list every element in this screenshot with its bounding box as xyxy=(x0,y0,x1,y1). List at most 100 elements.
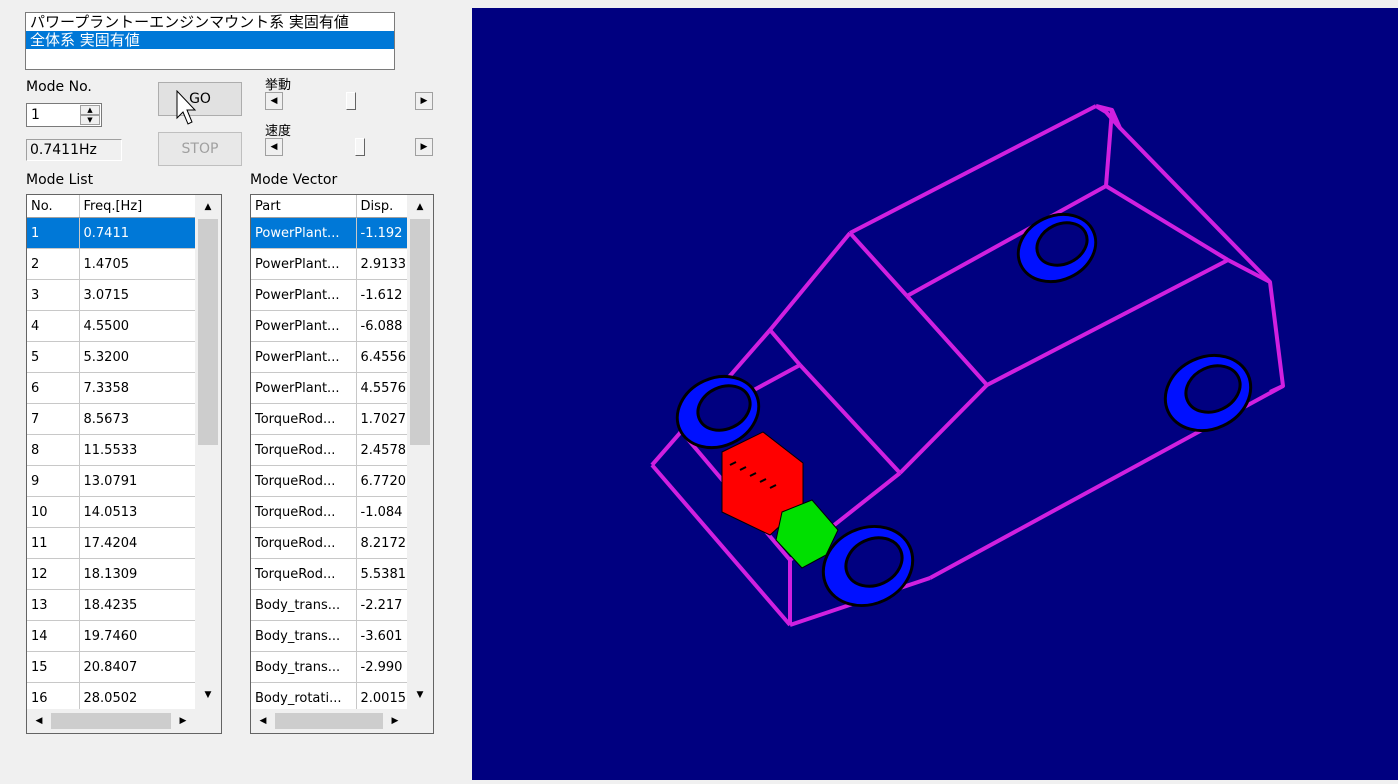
column-header-part[interactable]: Part xyxy=(251,195,357,218)
part-cell[interactable]: PowerPlant... xyxy=(251,310,357,342)
frequency-cell[interactable]: 3.0715 xyxy=(79,279,196,311)
column-header-disp[interactable]: Disp. xyxy=(356,195,408,218)
part-cell[interactable]: Body_trans... xyxy=(251,651,357,683)
mode-number-cell[interactable]: 6 xyxy=(27,372,80,404)
displacement-cell[interactable]: 8.2172 xyxy=(356,527,408,559)
slider-right-button[interactable]: ▶ xyxy=(415,92,433,110)
motion-slider[interactable]: ◀ ▶ xyxy=(265,92,433,112)
scroll-thumb[interactable] xyxy=(275,713,383,729)
mode-vector-row[interactable]: PowerPlant... 2.9133 xyxy=(251,248,408,280)
frequency-cell[interactable]: 7.3358 xyxy=(79,372,196,404)
mode-list-row[interactable]: 15 20.8407 xyxy=(27,651,196,683)
mode-vector-row[interactable]: TorqueRod... 2.4578 xyxy=(251,434,408,466)
model-list-box[interactable]: パワープラントーエンジンマウント系 実固有値 全体系 実固有値 xyxy=(25,12,395,70)
mode-list-row[interactable]: 14 19.7460 xyxy=(27,620,196,652)
part-cell[interactable]: TorqueRod... xyxy=(251,496,357,528)
mode-number-cell[interactable]: 11 xyxy=(27,527,80,559)
part-cell[interactable]: TorqueRod... xyxy=(251,558,357,590)
mode-number-cell[interactable]: 4 xyxy=(27,310,80,342)
frequency-cell[interactable]: 13.0791 xyxy=(79,465,196,497)
mode-number-cell[interactable]: 5 xyxy=(27,341,80,373)
frequency-cell[interactable]: 17.4204 xyxy=(79,527,196,559)
mode-number-cell[interactable]: 3 xyxy=(27,279,80,311)
mode-vector-row[interactable]: PowerPlant... -1.192 xyxy=(251,217,408,249)
mode-number-cell[interactable]: 7 xyxy=(27,403,80,435)
mode-vector-row[interactable]: TorqueRod... 5.5381 xyxy=(251,558,408,590)
scroll-thumb[interactable] xyxy=(51,713,171,729)
mode-list-grid[interactable]: No. Freq.[Hz] 1 0.7411 2 1.4705 3 3.0715 4 4.55… xyxy=(26,194,222,734)
scroll-right-button[interactable]: ▶ xyxy=(385,712,405,730)
mode-number-cell[interactable]: 8 xyxy=(27,434,80,466)
frequency-cell[interactable]: 18.4235 xyxy=(79,589,196,621)
mode-list-row[interactable]: 12 18.1309 xyxy=(27,558,196,590)
part-cell[interactable]: TorqueRod... xyxy=(251,527,357,559)
frequency-cell[interactable]: 19.7460 xyxy=(79,620,196,652)
mode-vector-row[interactable]: TorqueRod... 8.2172 xyxy=(251,527,408,559)
part-cell[interactable]: Body_trans... xyxy=(251,620,357,652)
part-cell[interactable]: PowerPlant... xyxy=(251,341,357,373)
scroll-thumb[interactable] xyxy=(410,219,430,445)
displacement-cell[interactable]: 2.4578 xyxy=(356,434,408,466)
frequency-cell[interactable]: 4.5500 xyxy=(79,310,196,342)
stop-button[interactable]: STOP xyxy=(158,132,242,166)
displacement-cell[interactable]: -1.612 xyxy=(356,279,408,311)
slider-left-button[interactable]: ◀ xyxy=(265,138,283,156)
part-cell[interactable]: TorqueRod... xyxy=(251,465,357,497)
displacement-cell[interactable]: -2.990 xyxy=(356,651,408,683)
frequency-cell[interactable]: 5.3200 xyxy=(79,341,196,373)
slider-thumb[interactable] xyxy=(346,92,357,110)
displacement-cell[interactable]: 6.4556 xyxy=(356,341,408,373)
scroll-left-button[interactable]: ◀ xyxy=(29,712,49,730)
mode-number-cell[interactable]: 15 xyxy=(27,651,80,683)
mode-vector-row[interactable]: TorqueRod... 6.7720 xyxy=(251,465,408,497)
mode-list-row[interactable]: 13 18.4235 xyxy=(27,589,196,621)
column-header-freq[interactable]: Freq.[Hz] xyxy=(79,195,196,218)
mode-vector-grid[interactable]: Part Disp. PowerPlant... -1.192 PowerPlant… xyxy=(250,194,434,734)
mode-list-row[interactable]: 6 7.3358 xyxy=(27,372,196,404)
displacement-cell[interactable]: 4.5576 xyxy=(356,372,408,404)
scroll-left-button[interactable]: ◀ xyxy=(253,712,273,730)
mode-vector-row[interactable]: PowerPlant... -1.612 xyxy=(251,279,408,311)
mode-number-cell[interactable]: 13 xyxy=(27,589,80,621)
scroll-up-button[interactable]: ▲ xyxy=(198,197,218,217)
mode-vector-row[interactable]: TorqueRod... -1.084 xyxy=(251,496,408,528)
frequency-cell[interactable]: 20.8407 xyxy=(79,651,196,683)
frequency-cell[interactable]: 1.4705 xyxy=(79,248,196,280)
model-list-item[interactable]: パワープラントーエンジンマウント系 実固有値 xyxy=(26,13,394,31)
part-cell[interactable]: TorqueRod... xyxy=(251,403,357,435)
part-cell[interactable]: PowerPlant... xyxy=(251,372,357,404)
slider-left-button[interactable]: ◀ xyxy=(265,92,283,110)
mode-list-row[interactable]: 3 3.0715 xyxy=(27,279,196,311)
part-cell[interactable]: PowerPlant... xyxy=(251,248,357,280)
mode-vector-row[interactable]: Body_trans... -2.217 xyxy=(251,589,408,621)
displacement-cell[interactable]: -1.192 xyxy=(356,217,408,249)
displacement-cell[interactable]: 2.9133 xyxy=(356,248,408,280)
mode-list-row[interactable]: 11 17.4204 xyxy=(27,527,196,559)
mode-vector-row[interactable]: TorqueRod... 1.7027 xyxy=(251,403,408,435)
mode-number-cell[interactable]: 9 xyxy=(27,465,80,497)
displacement-cell[interactable]: -1.084 xyxy=(356,496,408,528)
go-button[interactable]: GO xyxy=(158,82,242,116)
scroll-thumb[interactable] xyxy=(198,219,218,445)
part-cell[interactable]: PowerPlant... xyxy=(251,279,357,311)
scroll-up-button[interactable]: ▲ xyxy=(410,197,430,217)
part-cell[interactable]: Body_trans... xyxy=(251,589,357,621)
mode-vector-row[interactable]: PowerPlant... 6.4556 xyxy=(251,341,408,373)
displacement-cell[interactable]: 5.5381 xyxy=(356,558,408,590)
mode-number-cell[interactable]: 2 xyxy=(27,248,80,280)
mode-number-cell[interactable]: 12 xyxy=(27,558,80,590)
frequency-cell[interactable]: 14.0513 xyxy=(79,496,196,528)
mode-list-hscrollbar[interactable]: ◀ ▶ xyxy=(27,709,221,733)
scroll-right-button[interactable]: ▶ xyxy=(173,712,193,730)
mode-list-row[interactable]: 1 0.7411 xyxy=(27,217,196,249)
mode-list-row[interactable]: 4 4.5500 xyxy=(27,310,196,342)
mode-vector-row[interactable]: Body_trans... -3.601 xyxy=(251,620,408,652)
frequency-cell[interactable]: 18.1309 xyxy=(79,558,196,590)
frequency-cell[interactable]: 8.5673 xyxy=(79,403,196,435)
spinner-up-button[interactable]: ▲ xyxy=(80,105,100,115)
model-list-item[interactable]: 全体系 実固有値 xyxy=(26,31,394,49)
mode-vector-row[interactable]: Body_trans... -2.990 xyxy=(251,651,408,683)
mode-list-row[interactable]: 2 1.4705 xyxy=(27,248,196,280)
mode-list-row[interactable]: 7 8.5673 xyxy=(27,403,196,435)
mode-no-spinner[interactable]: 1 ▲ ▼ xyxy=(26,103,102,127)
